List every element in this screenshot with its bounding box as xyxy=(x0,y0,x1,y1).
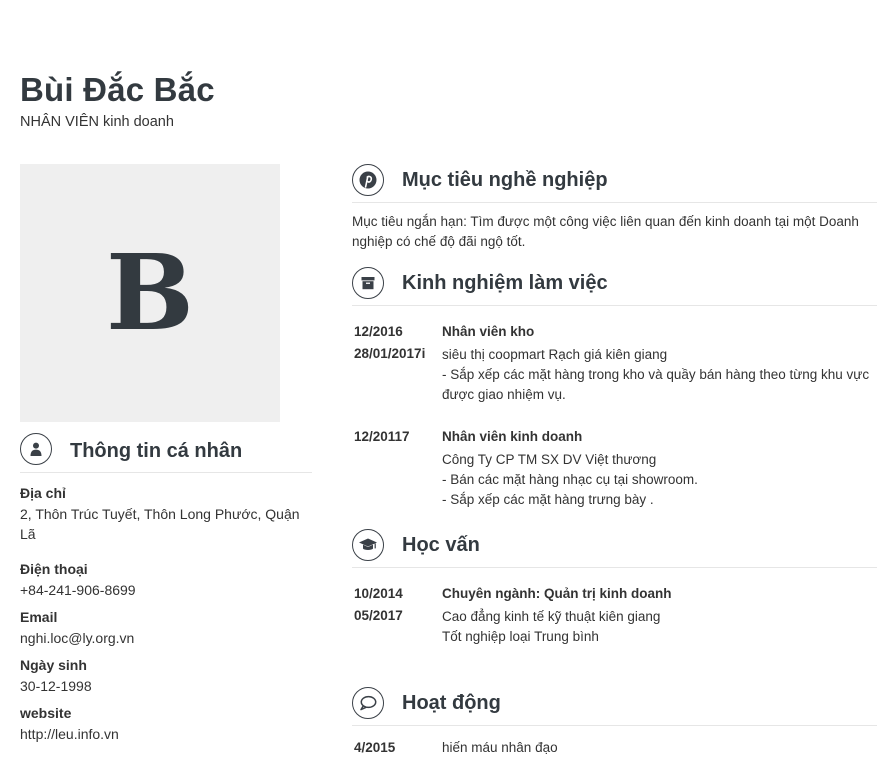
experience-company: Công Ty CP TM SX DV Việt thương xyxy=(442,452,657,467)
experience-description: - Bán các mặt hàng nhạc cụ tại showroom. xyxy=(442,472,698,487)
address-value: 2, Thôn Trúc Tuyết, Thôn Long Phước, Quậ… xyxy=(20,506,300,542)
avatar-letter: B xyxy=(106,231,194,354)
experience-position: Nhân viên kho xyxy=(442,324,535,339)
experience-dates: 12/20117 xyxy=(354,427,440,449)
experience-company: siêu thị coopmart Rạch giá kiên giang xyxy=(442,347,668,362)
objective-text: Mục tiêu ngắn hạn: Tìm được một công việ… xyxy=(352,214,859,249)
education-title: Học vấn xyxy=(402,533,480,556)
address-label: Địa chỉ xyxy=(20,485,66,501)
phone-value: +84-241-906-8699 xyxy=(20,582,136,598)
activity-dates: 4/2015 xyxy=(354,738,440,760)
candidate-name: Bùi Đắc Bắc xyxy=(20,71,215,108)
objective-header: Mục tiêu nghề nghiệp xyxy=(352,158,877,203)
experience-title: Kinh nghiệm làm việc xyxy=(402,271,608,294)
activities-title: Hoạt động xyxy=(402,691,501,714)
phone-field: Điện thoại +84-241-906-8699 xyxy=(20,559,312,600)
date-from: 12/20117 xyxy=(354,429,410,444)
experience-dates: 12/2016 28/01/2017i xyxy=(354,322,440,366)
education-header: Học vấn xyxy=(352,523,877,568)
personal-info-title: Thông tin cá nhân xyxy=(70,439,243,462)
website-label: website xyxy=(20,705,72,721)
experience-body: Nhân viên kinh doanh Công Ty CP TM SX DV… xyxy=(442,427,872,510)
education-school: Cao đẳng kinh tế kỹ thuật kiên giang xyxy=(442,609,661,624)
education-major: Chuyên ngành: Quản trị kinh doanh xyxy=(442,586,672,601)
date-from: 10/2014 xyxy=(354,586,403,601)
experience-body: Nhân viên kho siêu thị coopmart Rạch giá… xyxy=(442,322,872,405)
activities-header: Hoạt động xyxy=(352,681,877,726)
website-field: website http://leu.info.vn xyxy=(20,703,312,744)
pinterest-icon xyxy=(352,164,384,196)
education-body: Chuyên ngành: Quản trị kinh doanh Cao đẳ… xyxy=(442,584,872,647)
avatar: B xyxy=(20,164,280,422)
experience-description: - Sắp xếp các mặt hàng trưng bày . xyxy=(442,492,654,507)
address-field: Địa chỉ 2, Thôn Trúc Tuyết, Thôn Long Ph… xyxy=(20,483,312,544)
website-value[interactable]: http://leu.info.vn xyxy=(20,724,312,744)
user-icon xyxy=(20,433,52,465)
personal-info-header: Thông tin cá nhân xyxy=(20,430,312,473)
date-to: 05/2017 xyxy=(354,608,403,623)
education-grade: Tốt nghiệp loại Trung bình xyxy=(442,629,599,644)
email-field: Email nghi.loc@ly.org.vn xyxy=(20,607,312,648)
education-dates: 10/2014 05/2017 xyxy=(354,584,440,628)
email-value: nghi.loc@ly.org.vn xyxy=(20,630,135,646)
candidate-job-title: NHÂN VIÊN kinh doanh xyxy=(20,114,174,130)
date-to: 28/01/2017i xyxy=(354,346,426,361)
date-from: 12/2016 xyxy=(354,324,403,339)
experience-position: Nhân viên kinh doanh xyxy=(442,429,583,444)
date-from: 4/2015 xyxy=(354,740,396,755)
speech-bubble-icon xyxy=(352,687,384,719)
experience-description: - Sắp xếp các mặt hàng trong kho và quầy… xyxy=(442,367,870,402)
birthday-field: Ngày sinh 30-12-1998 xyxy=(20,655,312,696)
activity-title: hiến máu nhân đạo xyxy=(442,740,558,755)
email-label: Email xyxy=(20,609,58,625)
activity-body: hiến máu nhân đạo xyxy=(442,738,872,758)
phone-label: Điện thoại xyxy=(20,561,88,577)
experience-header: Kinh nghiệm làm việc xyxy=(352,261,877,306)
graduation-cap-icon xyxy=(352,529,384,561)
objective-title: Mục tiêu nghề nghiệp xyxy=(402,168,608,191)
birthday-value: 30-12-1998 xyxy=(20,678,92,694)
birthday-label: Ngày sinh xyxy=(20,657,87,673)
archive-box-icon xyxy=(352,267,384,299)
